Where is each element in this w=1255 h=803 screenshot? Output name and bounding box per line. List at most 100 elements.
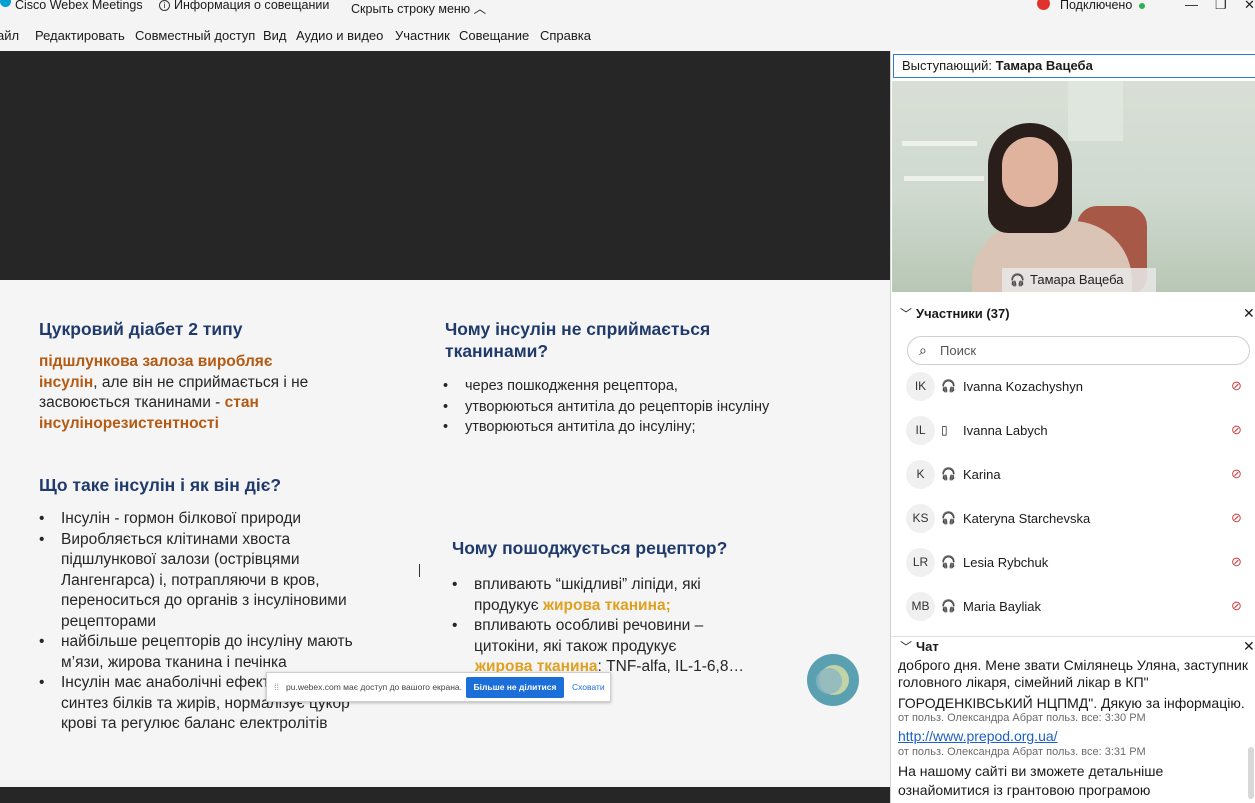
avatar: MB bbox=[906, 592, 935, 621]
participants-header[interactable]: ﹀ Участники (37) ✕ bbox=[891, 305, 1255, 327]
chat-header[interactable]: ﹀ Чат ✕ bbox=[891, 636, 1255, 658]
participant-name: Lesia Rybchuk bbox=[963, 555, 1049, 570]
search-icon: ⌕ bbox=[919, 342, 927, 358]
muted-mic-icon[interactable]: ⊘ bbox=[1231, 466, 1242, 482]
video-name-label: Тамара Вацеба bbox=[1030, 272, 1124, 287]
speaker-label: Выступающий: bbox=[902, 58, 996, 73]
headset-icon: 🎧 bbox=[1010, 273, 1025, 287]
connection-status: Подключено bbox=[1060, 0, 1133, 12]
participants-title: Участники (37) bbox=[916, 306, 1010, 321]
hide-menu-label: Скрыть строку меню bbox=[351, 2, 471, 16]
muted-mic-icon[interactable]: ⊘ bbox=[1231, 554, 1242, 570]
headset-icon: 🎧 bbox=[941, 555, 956, 569]
title-bar: Cisco Webex Meetings i Информация о совещ… bbox=[0, 0, 1255, 17]
chat-line: ГОРОДЕНКІВСЬКИЙ НЦПМД". Дякую за інформа… bbox=[898, 695, 1245, 711]
meeting-info-button[interactable]: i Информация о совещании bbox=[159, 0, 329, 12]
connection-status-icon bbox=[1037, 0, 1050, 10]
right-panel: Выступающий: Тамара Вацеба 🎧 Тамара Ваце… bbox=[890, 51, 1255, 803]
menu-file[interactable]: айл bbox=[0, 28, 19, 43]
participant-name: Ivanna Labych bbox=[963, 423, 1048, 438]
speaker-video[interactable]: 🎧 Тамара Вацеба bbox=[892, 81, 1255, 292]
app-title: Cisco Webex Meetings bbox=[15, 0, 143, 12]
hide-notification-button[interactable]: Сховати bbox=[572, 682, 605, 692]
avatar: IL bbox=[906, 416, 935, 445]
chevron-up-icon: ︿ bbox=[473, 2, 487, 16]
participant-name: Maria Bayliak bbox=[963, 599, 1042, 614]
search-placeholder: Поиск bbox=[940, 343, 977, 358]
headset-icon: 🎧 bbox=[941, 379, 956, 393]
chevron-down-icon[interactable]: ﹀ bbox=[900, 305, 912, 322]
chat-title: Чат bbox=[916, 639, 939, 654]
participant-list: IK 🎧 Ivanna Kozachyshyn ⊘ IL ▯ Ivanna La… bbox=[891, 370, 1255, 622]
phone-icon: ▯ bbox=[941, 423, 948, 437]
meeting-info-label: Информация о совещании bbox=[174, 0, 330, 12]
chat-line: ознайомитися із грантовою програмою bbox=[898, 782, 1151, 798]
chat-meta: от польз. Олександра Абрат польз. все: 3… bbox=[898, 712, 1146, 724]
shared-slide: Цукровий діабет 2 типу підшлункова залоз… bbox=[0, 280, 890, 787]
menu-view[interactable]: Вид bbox=[263, 28, 287, 43]
menu-help[interactable]: Справка bbox=[540, 28, 591, 43]
slide-list-receptor: • впливають “шкідливі” ліпіди, які продук… bbox=[452, 576, 744, 675]
headset-icon: 🎧 bbox=[941, 511, 956, 525]
menu-meeting[interactable]: Совещание bbox=[459, 28, 529, 43]
avatar: IK bbox=[906, 372, 935, 401]
slide-heading-why-not-perceived: Чому інсулін не сприймається тканинами? bbox=[445, 319, 711, 361]
participant-name: Karina bbox=[963, 467, 1001, 482]
speaker-name: Тамара Вацеба bbox=[995, 58, 1093, 73]
headset-icon: 🎧 bbox=[941, 599, 956, 613]
chat-messages[interactable]: доброго дня. Мене звати Смілянець Уляна,… bbox=[891, 657, 1255, 803]
chat-link[interactable]: http://www.prepod.org.ua/ bbox=[898, 728, 1058, 744]
webex-window: Cisco Webex Meetings i Информация о совещ… bbox=[0, 0, 1255, 803]
mouse-cursor-icon bbox=[419, 564, 428, 577]
participant-name: Kateryna Starchevska bbox=[963, 511, 1091, 526]
video-shelf bbox=[904, 176, 984, 181]
muted-mic-icon[interactable]: ⊘ bbox=[1231, 598, 1242, 614]
drag-handle-icon[interactable]: ⁞⁞ bbox=[274, 682, 279, 692]
close-participants-icon[interactable]: ✕ bbox=[1243, 305, 1255, 322]
chat-scrollbar[interactable] bbox=[1248, 747, 1254, 799]
menu-share[interactable]: Совместный доступ bbox=[135, 28, 255, 43]
active-speaker-bar[interactable]: Выступающий: Тамара Вацеба bbox=[893, 54, 1255, 78]
menu-edit[interactable]: Редактировать bbox=[35, 28, 125, 43]
participant-row[interactable]: K 🎧 Karina ⊘ bbox=[891, 458, 1255, 502]
video-person-face bbox=[1002, 137, 1058, 207]
avatar: KS bbox=[906, 504, 935, 533]
participant-row[interactable]: LR 🎧 Lesia Rybchuk ⊘ bbox=[891, 546, 1255, 590]
chevron-down-icon[interactable]: ﹀ bbox=[900, 638, 912, 655]
chat-line: головного лікаря, сімейний лікар в КП" bbox=[898, 674, 1149, 690]
muted-mic-icon[interactable]: ⊘ bbox=[1231, 422, 1242, 438]
participant-row[interactable]: IL ▯ Ivanna Labych ⊘ bbox=[891, 414, 1255, 458]
participant-name: Ivanna Kozachyshyn bbox=[963, 379, 1083, 394]
menu-audio-video[interactable]: Аудио и видео bbox=[296, 28, 383, 43]
menu-participant[interactable]: Участник bbox=[395, 28, 450, 43]
chat-meta: от польз. Олександра Абрат польз. все: 3… bbox=[898, 746, 1146, 758]
participant-row[interactable]: MB 🎧 Maria Bayliak ⊘ bbox=[891, 590, 1255, 622]
chat-line: доброго дня. Мене звати Смілянець Уляна,… bbox=[898, 657, 1248, 673]
screen-share-notification: ⁞⁞ pu.webex.com має доступ до вашого екр… bbox=[266, 672, 611, 702]
participant-row[interactable]: IK 🎧 Ivanna Kozachyshyn ⊘ bbox=[891, 370, 1255, 414]
muted-mic-icon[interactable]: ⊘ bbox=[1231, 378, 1242, 394]
participant-row[interactable]: KS 🎧 Kateryna Starchevska ⊘ bbox=[891, 502, 1255, 546]
maximize-icon[interactable]: ❐ bbox=[1215, 0, 1227, 13]
chat-line: На нашому сайті ви зможете детальніше bbox=[898, 763, 1164, 779]
close-chat-icon[interactable]: ✕ bbox=[1243, 638, 1255, 655]
assistant-orb-overlay bbox=[816, 668, 842, 694]
connected-indicator-icon bbox=[1139, 3, 1145, 9]
avatar: K bbox=[906, 460, 935, 489]
close-icon[interactable]: ✕ bbox=[1244, 0, 1255, 13]
info-icon: i bbox=[159, 0, 170, 11]
stop-sharing-button[interactable]: Більше не ділитися bbox=[466, 677, 564, 698]
participant-search-input[interactable]: ⌕ Поиск bbox=[907, 336, 1250, 365]
webex-logo-icon bbox=[0, 0, 11, 7]
slide-heading-diabetes: Цукровий діабет 2 типу bbox=[39, 319, 243, 339]
avatar: LR bbox=[906, 548, 935, 577]
share-message: pu.webex.com має доступ до вашого екрана… bbox=[286, 682, 463, 692]
minimize-icon[interactable]: — bbox=[1185, 0, 1198, 12]
slide-paragraph-diabetes: підшлункова залоза виробляє інсулін, але… bbox=[39, 353, 309, 432]
hide-menu-button[interactable]: Скрыть строку меню ︿ bbox=[351, 0, 486, 17]
video-name-tag: 🎧 Тамара Вацеба bbox=[1002, 268, 1156, 292]
slide-list-why-not-perceived: • через пошкодження рецептора, • утворюють… bbox=[443, 378, 770, 435]
video-cabinet bbox=[1068, 81, 1123, 141]
floating-assistant-button[interactable] bbox=[807, 654, 859, 706]
muted-mic-icon[interactable]: ⊘ bbox=[1231, 510, 1242, 526]
